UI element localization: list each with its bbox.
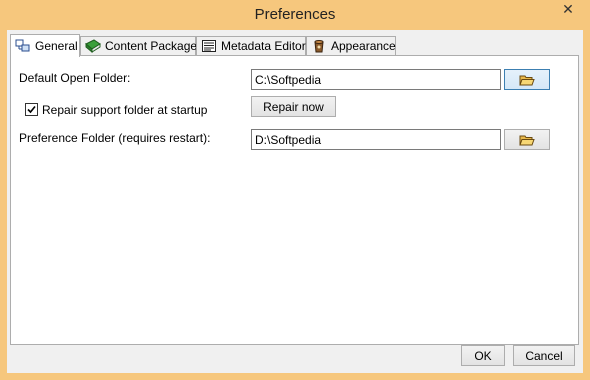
general-tab-panel: Default Open Folder: C:\Softpedia Repair… xyxy=(10,55,579,345)
book-icon xyxy=(85,39,101,54)
tab-appearance-label: Appearance xyxy=(331,39,396,53)
title-bar[interactable]: Preferences ✕ xyxy=(0,0,590,30)
close-button[interactable]: ✕ xyxy=(553,0,583,20)
tab-content-packager[interactable]: Content Packager xyxy=(80,36,201,55)
tab-general[interactable]: General xyxy=(10,34,80,57)
default-open-folder-label: Default Open Folder: xyxy=(19,71,131,85)
cancel-label: Cancel xyxy=(525,348,563,363)
general-icon xyxy=(15,39,31,53)
repair-now-label: Repair now xyxy=(263,99,324,114)
browse-default-folder-button[interactable] xyxy=(504,69,550,90)
ok-label: OK xyxy=(474,348,492,363)
tab-metadata-editor-label: Metadata Editor xyxy=(221,39,306,53)
repair-now-button[interactable]: Repair now xyxy=(251,96,336,117)
cancel-button[interactable]: Cancel xyxy=(513,345,575,366)
repair-support-folder-label[interactable]: Repair support folder at startup xyxy=(42,103,207,117)
paint-bucket-icon xyxy=(311,39,327,53)
checkmark-icon xyxy=(27,105,36,114)
open-folder-icon xyxy=(519,135,535,145)
tab-appearance[interactable]: Appearance xyxy=(306,36,396,55)
tab-general-label: General xyxy=(35,39,78,53)
tab-content-packager-label: Content Packager xyxy=(105,39,202,53)
window-title: Preferences xyxy=(254,6,336,23)
preference-folder-field[interactable]: D:\Softpedia xyxy=(251,129,501,150)
browse-preference-folder-button[interactable] xyxy=(504,129,550,150)
document-list-icon xyxy=(201,39,217,53)
ok-button[interactable]: OK xyxy=(461,345,505,366)
default-open-folder-field[interactable]: C:\Softpedia xyxy=(251,69,501,90)
preference-folder-label: Preference Folder (requires restart): xyxy=(19,131,211,145)
preferences-window: Preferences ✕ General Content Packager M… xyxy=(0,0,590,380)
open-folder-icon xyxy=(519,75,535,85)
tab-metadata-editor[interactable]: Metadata Editor xyxy=(196,36,306,55)
close-icon: ✕ xyxy=(562,1,574,17)
dialog-client-area: General Content Packager Metadata Editor… xyxy=(7,30,583,373)
repair-support-folder-checkbox[interactable] xyxy=(25,103,38,116)
